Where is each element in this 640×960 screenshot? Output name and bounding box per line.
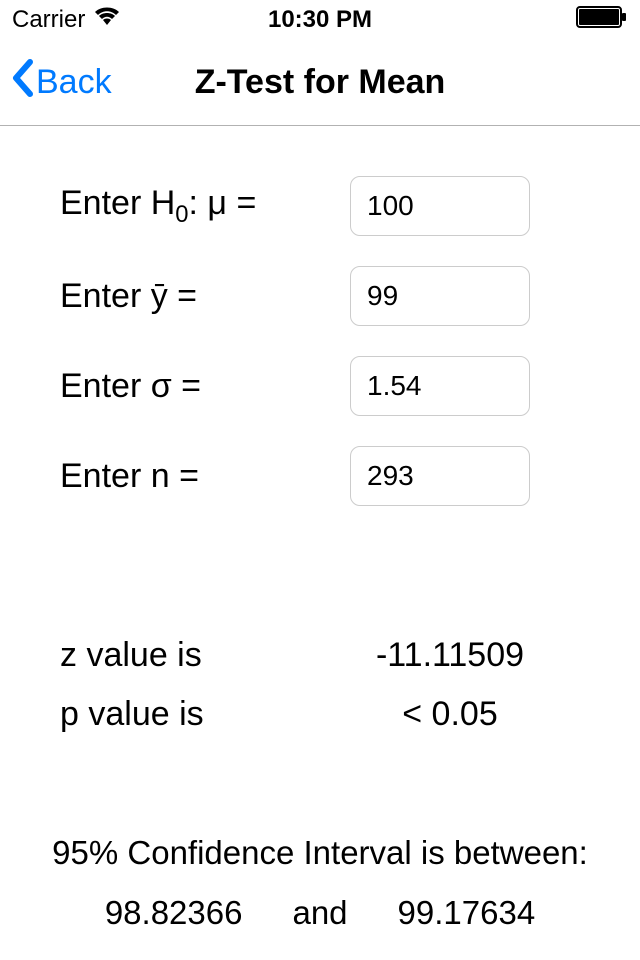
status-left: Carrier bbox=[12, 6, 121, 34]
battery-icon bbox=[576, 6, 628, 35]
back-label: Back bbox=[36, 63, 112, 102]
form-row-ybar: Enter ȳ = bbox=[40, 266, 600, 326]
n-label: Enter n = bbox=[40, 457, 350, 496]
navigation-bar: Back Z-Test for Mean bbox=[0, 40, 640, 126]
ci-and: and bbox=[282, 894, 357, 932]
chevron-left-icon bbox=[10, 58, 34, 107]
p-result-row: p value is < 0.05 bbox=[50, 695, 590, 734]
sigma-label: Enter σ = bbox=[40, 367, 350, 406]
ci-low: 98.82366 bbox=[105, 894, 243, 932]
status-bar: Carrier 10:30 PM bbox=[0, 0, 640, 40]
ci-values: 98.82366 and 99.17634 bbox=[40, 894, 600, 932]
h0-input[interactable] bbox=[350, 176, 530, 236]
content-area: Enter H0: μ = Enter ȳ = Enter σ = Enter … bbox=[0, 126, 640, 932]
p-value: < 0.05 bbox=[310, 695, 590, 734]
sigma-input[interactable] bbox=[350, 356, 530, 416]
status-right bbox=[576, 6, 628, 35]
h0-label-prefix: Enter H bbox=[60, 184, 175, 222]
h0-label-subscript: 0 bbox=[175, 200, 188, 227]
status-time: 10:30 PM bbox=[268, 6, 372, 34]
page-title: Z-Test for Mean bbox=[195, 63, 446, 102]
ybar-input[interactable] bbox=[350, 266, 530, 326]
h0-label: Enter H0: μ = bbox=[40, 184, 350, 229]
ci-heading: 95% Confidence Interval is between: bbox=[40, 834, 600, 872]
p-label: p value is bbox=[50, 695, 310, 734]
h0-label-suffix: : μ = bbox=[189, 184, 257, 222]
results-block: z value is -11.11509 p value is < 0.05 bbox=[40, 636, 600, 734]
ci-high: 99.17634 bbox=[398, 894, 536, 932]
carrier-label: Carrier bbox=[12, 6, 85, 34]
n-input[interactable] bbox=[350, 446, 530, 506]
form-row-n: Enter n = bbox=[40, 446, 600, 506]
confidence-interval-block: 95% Confidence Interval is between: 98.8… bbox=[40, 834, 600, 932]
ybar-label: Enter ȳ = bbox=[40, 277, 350, 316]
wifi-icon bbox=[93, 6, 121, 34]
back-button[interactable]: Back bbox=[0, 58, 112, 107]
z-label: z value is bbox=[50, 636, 310, 675]
z-result-row: z value is -11.11509 bbox=[50, 636, 590, 675]
z-value: -11.11509 bbox=[310, 636, 590, 675]
form-row-sigma: Enter σ = bbox=[40, 356, 600, 416]
form-row-h0: Enter H0: μ = bbox=[40, 176, 600, 236]
